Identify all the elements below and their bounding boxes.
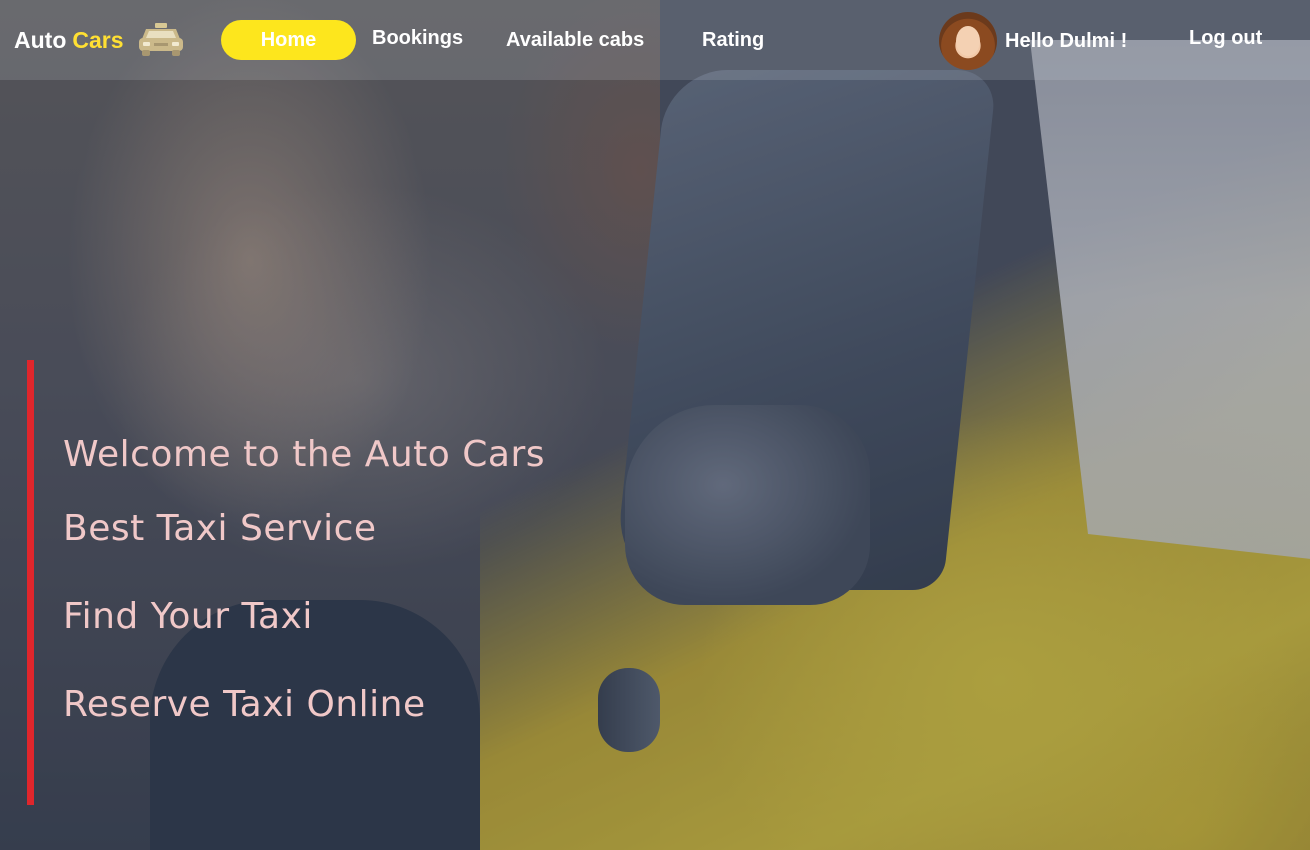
nav-available-cabs[interactable]: Available cabs xyxy=(506,20,644,60)
user-avatar[interactable] xyxy=(939,12,997,70)
user-greeting: Hello Dulmi ! xyxy=(1005,29,1128,52)
taxi-icon xyxy=(138,23,183,56)
hero-reserve-online-text: Reserve Taxi Online xyxy=(63,684,426,725)
brand-logo[interactable]: Auto Cars xyxy=(14,22,186,58)
hero-best-service-text: Best Taxi Service xyxy=(63,508,377,549)
nav-rating[interactable]: Rating xyxy=(702,20,764,60)
top-navbar: Auto Cars Home Bookings Available cabs R… xyxy=(0,0,1310,80)
hero-accent-bar xyxy=(27,360,34,805)
nav-bookings[interactable]: Bookings xyxy=(372,18,463,58)
nav-home[interactable]: Home xyxy=(221,20,356,60)
logout-link[interactable]: Log out xyxy=(1189,18,1262,58)
brand-name-part2: Cars xyxy=(72,26,124,53)
hero-welcome-text: Welcome to the Auto Cars xyxy=(63,434,546,475)
avatar-face xyxy=(956,26,980,56)
user-profile[interactable]: Hello Dulmi ! xyxy=(939,12,1127,70)
hero-find-taxi-text: Find Your Taxi xyxy=(63,596,313,637)
brand-name-part1: Auto xyxy=(14,26,67,53)
